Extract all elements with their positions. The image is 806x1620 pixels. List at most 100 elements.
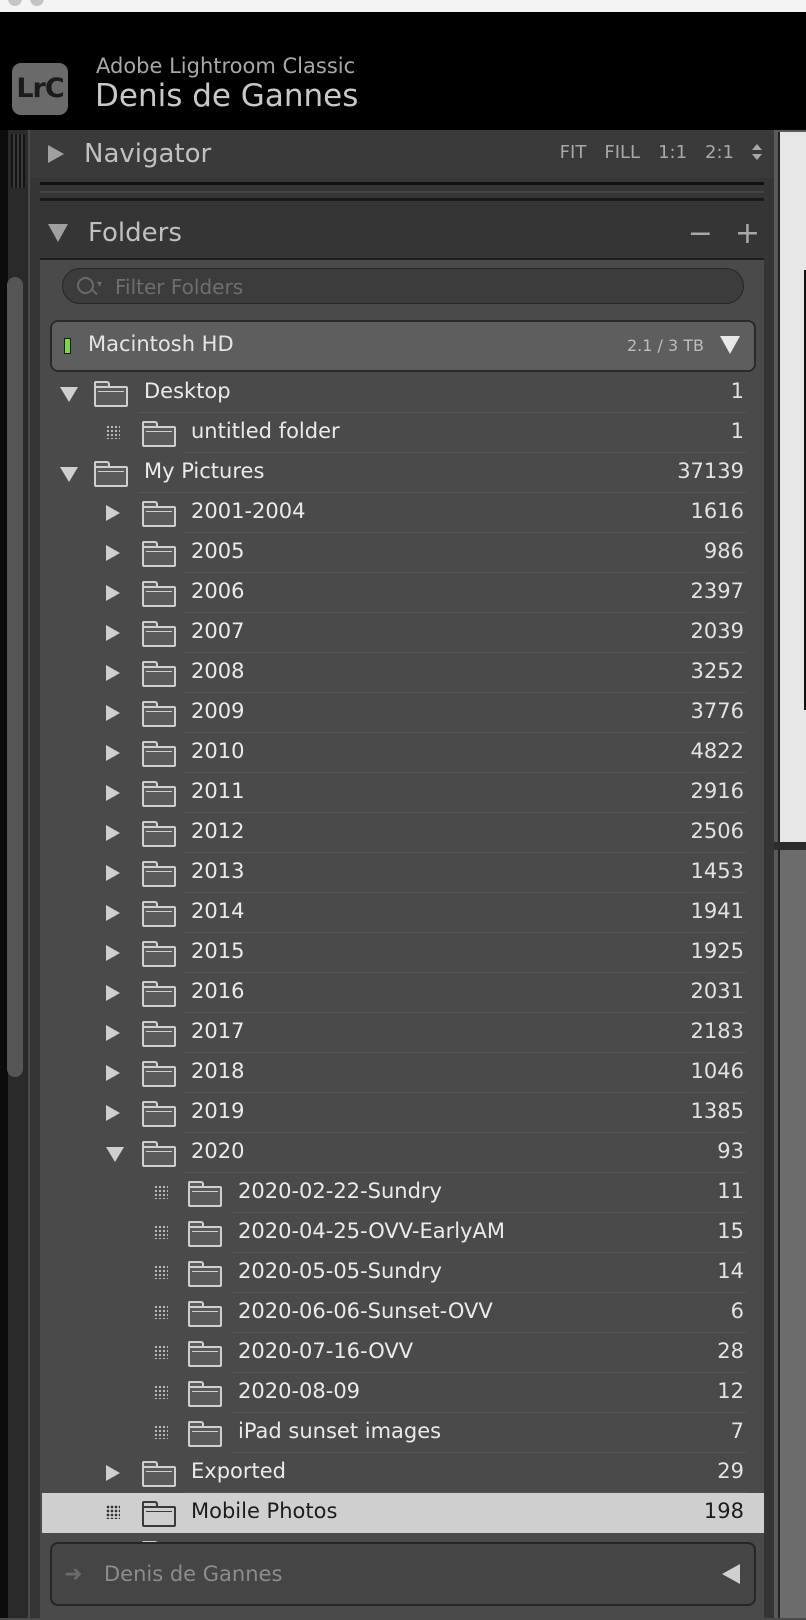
folder-count: 2506 bbox=[690, 819, 744, 843]
expand-right-icon[interactable] bbox=[106, 785, 120, 801]
folder-count: 12 bbox=[717, 1379, 744, 1403]
folder-icon bbox=[142, 1101, 176, 1127]
folder-row[interactable]: 2020-06-06-Sunset-OVV 6 bbox=[42, 1293, 764, 1333]
folder-count: 2031 bbox=[690, 979, 744, 1003]
folder-tree: Desktop 1 untitled folder 1 My Pictures 37139… bbox=[42, 373, 764, 1573]
folder-count: 2039 bbox=[690, 619, 744, 643]
expand-right-icon[interactable] bbox=[106, 545, 120, 561]
folder-row[interactable]: 2011 2916 bbox=[42, 773, 764, 813]
expand-right-icon[interactable] bbox=[106, 585, 120, 601]
zoom-1-1[interactable]: 1:1 bbox=[658, 142, 687, 163]
window-minimize-dot[interactable] bbox=[30, 0, 44, 6]
expand-right-icon[interactable] bbox=[106, 945, 120, 961]
folder-name: 2006 bbox=[191, 579, 245, 603]
folder-row[interactable]: 2008 3252 bbox=[42, 653, 764, 693]
folder-row[interactable]: 2001-2004 1616 bbox=[42, 493, 764, 533]
collapse-left-icon[interactable] bbox=[722, 1564, 740, 1584]
expand-right-icon[interactable] bbox=[106, 905, 120, 921]
publish-service-name: Denis de Gannes bbox=[104, 1562, 283, 1586]
folder-icon bbox=[142, 1461, 176, 1487]
folder-row[interactable]: 2013 1453 bbox=[42, 853, 764, 893]
folder-row[interactable]: 2020-02-22-Sundry 11 bbox=[42, 1173, 764, 1213]
folder-name: 2015 bbox=[191, 939, 245, 963]
folder-icon bbox=[188, 1221, 222, 1247]
lrc-logo: LrC bbox=[12, 63, 68, 115]
folder-icon bbox=[188, 1181, 222, 1207]
expand-right-icon[interactable] bbox=[106, 745, 120, 761]
folder-name: 2016 bbox=[191, 979, 245, 1003]
folder-icon bbox=[142, 581, 176, 607]
folder-name: 2009 bbox=[191, 699, 245, 723]
expand-down-icon[interactable] bbox=[106, 1147, 124, 1162]
expand-right-icon[interactable] bbox=[106, 1465, 120, 1481]
remove-folder-button[interactable]: − bbox=[688, 216, 713, 251]
expand-triangle-icon[interactable] bbox=[48, 145, 64, 163]
folder-count: 1 bbox=[730, 419, 744, 443]
expand-right-icon[interactable] bbox=[106, 1105, 120, 1121]
volume-status-icon bbox=[64, 338, 71, 354]
folder-row[interactable]: 2009 3776 bbox=[42, 693, 764, 733]
folder-row[interactable]: 2012 2506 bbox=[42, 813, 764, 853]
folder-row[interactable]: 2005 986 bbox=[42, 533, 764, 573]
preview-separator bbox=[774, 842, 806, 850]
folder-icon bbox=[188, 1421, 222, 1447]
folder-row[interactable]: 2018 1046 bbox=[42, 1053, 764, 1093]
expand-right-icon[interactable] bbox=[106, 1065, 120, 1081]
expand-right-icon[interactable] bbox=[106, 985, 120, 1001]
folder-row[interactable]: 2015 1925 bbox=[42, 933, 764, 973]
expand-right-icon[interactable] bbox=[106, 865, 120, 881]
folder-count: 29 bbox=[717, 1459, 744, 1483]
volume-name: Macintosh HD bbox=[88, 332, 234, 356]
folder-name: 2020 bbox=[191, 1139, 245, 1163]
folder-row[interactable]: 2006 2397 bbox=[42, 573, 764, 613]
folder-row[interactable]: 2020 93 bbox=[42, 1133, 764, 1173]
expand-right-icon[interactable] bbox=[106, 665, 120, 681]
folder-row[interactable]: 2020-07-16-OVV 28 bbox=[42, 1333, 764, 1373]
zoom-2-1[interactable]: 2:1 bbox=[705, 142, 734, 163]
folder-row[interactable]: 2016 2031 bbox=[42, 973, 764, 1013]
volume-collapse-icon[interactable] bbox=[720, 336, 740, 354]
folder-row[interactable]: iPad sunset images 7 bbox=[42, 1413, 764, 1453]
folder-row[interactable]: Desktop 1 bbox=[42, 373, 764, 413]
folder-row[interactable]: 2020-05-05-Sundry 14 bbox=[42, 1253, 764, 1293]
folders-header[interactable]: Folders − + bbox=[30, 210, 774, 256]
zoom-fill[interactable]: FILL bbox=[604, 142, 640, 163]
folder-row[interactable]: 2007 2039 bbox=[42, 613, 764, 653]
expand-right-icon[interactable] bbox=[106, 625, 120, 641]
folder-row[interactable]: 2019 1385 bbox=[42, 1093, 764, 1133]
chevron-down-icon[interactable]: ▾ bbox=[97, 279, 102, 290]
add-folder-button[interactable]: + bbox=[735, 216, 760, 251]
navigator-header[interactable]: Navigator FIT FILL 1:1 2:1 bbox=[30, 130, 774, 178]
folder-row[interactable]: 2017 2183 bbox=[42, 1013, 764, 1053]
expand-right-icon[interactable] bbox=[106, 825, 120, 841]
zoom-stepper-icon[interactable] bbox=[752, 142, 762, 162]
expand-right-icon[interactable] bbox=[106, 505, 120, 521]
folder-name: 2010 bbox=[191, 739, 245, 763]
folder-icon bbox=[188, 1381, 222, 1407]
left-panel-scrollbar[interactable] bbox=[7, 277, 23, 1077]
panel-collapse-handle[interactable] bbox=[11, 134, 25, 188]
search-icon bbox=[77, 277, 94, 294]
expand-down-icon[interactable] bbox=[60, 387, 78, 402]
expand-down-icon[interactable] bbox=[60, 467, 78, 482]
expand-right-icon[interactable] bbox=[106, 1025, 120, 1041]
folder-name: 2020-06-06-Sunset-OVV bbox=[238, 1299, 493, 1323]
folder-row[interactable]: 2010 4822 bbox=[42, 733, 764, 773]
expand-right-icon[interactable] bbox=[106, 705, 120, 721]
folder-row[interactable]: My Pictures 37139 bbox=[42, 453, 764, 493]
folder-row[interactable]: 2020-04-25-OVV-EarlyAM 15 bbox=[42, 1213, 764, 1253]
folder-row[interactable]: 2014 1941 bbox=[42, 893, 764, 933]
folder-row[interactable]: Exported 29 bbox=[42, 1453, 764, 1493]
collapse-triangle-icon[interactable] bbox=[48, 224, 68, 242]
volume-bar[interactable]: Macintosh HD 2.1 / 3 TB bbox=[50, 320, 756, 372]
folders-title: Folders bbox=[88, 218, 182, 248]
filter-folders-field[interactable]: ▾ bbox=[62, 268, 744, 305]
window-close-dot[interactable] bbox=[8, 0, 22, 6]
folder-row[interactable]: 2020-08-09 12 bbox=[42, 1373, 764, 1413]
folder-row[interactable]: Mobile Photos 198 bbox=[42, 1493, 764, 1533]
filter-folders-input[interactable] bbox=[113, 269, 717, 305]
folder-icon bbox=[188, 1261, 222, 1287]
zoom-fit[interactable]: FIT bbox=[560, 142, 587, 163]
publish-service-header[interactable]: ➜ Denis de Gannes bbox=[50, 1542, 756, 1606]
folder-row[interactable]: untitled folder 1 bbox=[42, 413, 764, 453]
